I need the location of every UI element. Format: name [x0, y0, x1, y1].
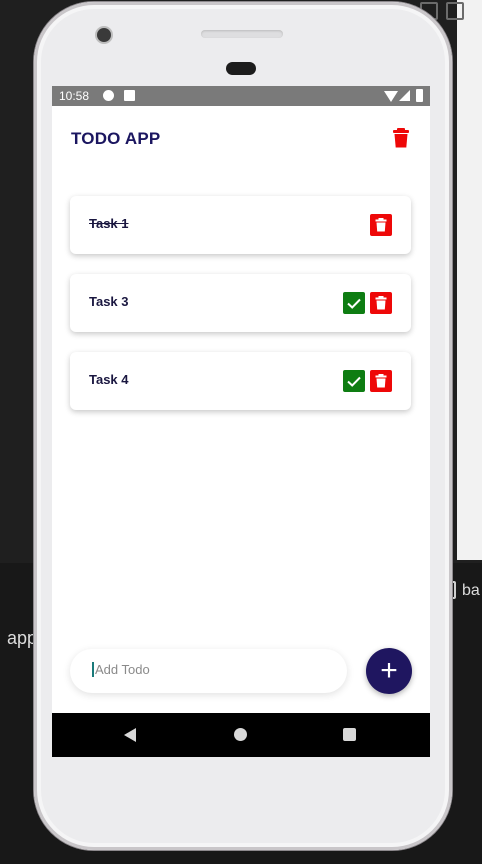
- trash-icon: [375, 374, 387, 388]
- delete-task-button[interactable]: [370, 370, 392, 392]
- signal-icon: [399, 90, 410, 101]
- plus-icon: +: [380, 654, 398, 687]
- back-icon[interactable]: [124, 728, 136, 742]
- task-card[interactable]: Task 3: [70, 274, 411, 332]
- trash-icon: [393, 128, 409, 148]
- earpiece: [226, 62, 256, 75]
- app-screen: 10:58 TODO APP Task 1 Task 3 Task 4 Add …: [52, 86, 430, 757]
- speaker-grille: [201, 30, 283, 38]
- task-card[interactable]: Task 1: [70, 196, 411, 254]
- desktop-side-panel: [457, 0, 482, 560]
- add-todo-field[interactable]: [70, 649, 347, 693]
- task-card[interactable]: Task 4: [70, 352, 411, 410]
- delete-task-button[interactable]: [370, 214, 392, 236]
- delete-task-button[interactable]: [370, 292, 392, 314]
- status-time: 10:58: [59, 89, 90, 103]
- add-todo-button[interactable]: +: [366, 648, 412, 694]
- task-label: Task 4: [89, 372, 129, 387]
- task-label: Task 1: [89, 216, 129, 231]
- background-text-left: app: [7, 628, 38, 648]
- battery-icon: [416, 89, 423, 102]
- split-view-icon[interactable]: [446, 2, 464, 20]
- android-nav-bar: [52, 713, 430, 757]
- complete-task-button[interactable]: [343, 370, 365, 392]
- clear-all-button[interactable]: [392, 128, 410, 148]
- trash-icon: [375, 218, 387, 232]
- recents-icon[interactable]: [343, 728, 356, 741]
- sd-card-icon: [124, 90, 135, 101]
- status-bar: 10:58: [52, 86, 430, 106]
- home-icon[interactable]: [234, 728, 247, 741]
- check-icon: [347, 298, 361, 309]
- complete-task-button[interactable]: [343, 292, 365, 314]
- app-header: TODO APP: [52, 106, 430, 168]
- app-title: TODO APP: [71, 129, 161, 148]
- task-label: Task 3: [89, 294, 129, 309]
- wifi-icon: [384, 91, 398, 102]
- background-text-right: ba: [462, 582, 480, 599]
- check-icon: [347, 376, 361, 387]
- notification-icon: [103, 90, 114, 101]
- add-todo-input[interactable]: [92, 662, 335, 677]
- trash-icon: [375, 296, 387, 310]
- front-camera: [97, 28, 111, 42]
